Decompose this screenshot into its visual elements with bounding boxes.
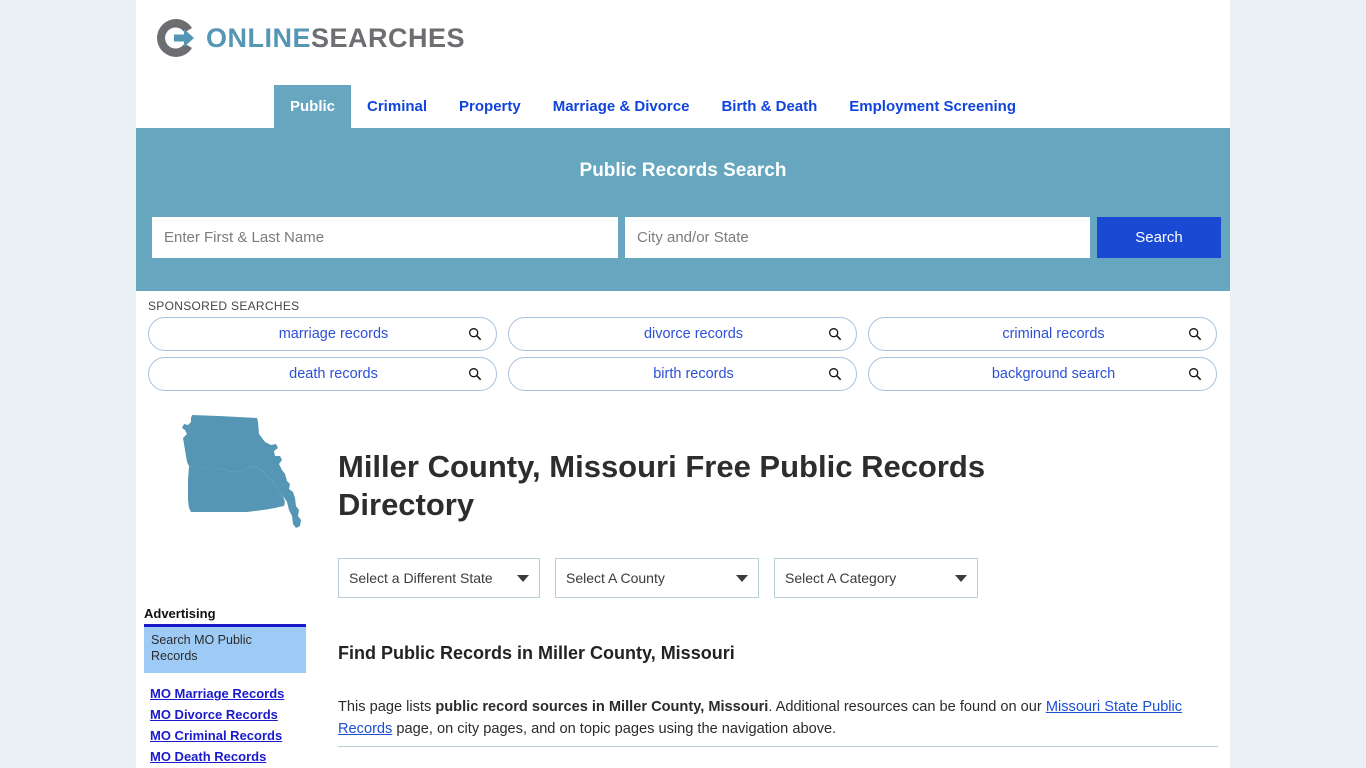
- search-icon: [829, 328, 842, 341]
- sidebar-link-mo-death-records[interactable]: MO Death Records: [150, 749, 306, 764]
- main-navigation: Public Criminal Property Marriage & Divo…: [136, 85, 1230, 128]
- intro-paragraph: This page lists public record sources in…: [338, 696, 1218, 741]
- sponsored-pill-criminal-records[interactable]: criminal records: [868, 317, 1217, 351]
- select-category-dropdown[interactable]: Select A Category: [774, 558, 978, 598]
- search-icon: [1189, 328, 1202, 341]
- sponsored-pill-background-search[interactable]: background search: [868, 357, 1217, 391]
- sidebar-link-mo-criminal-records[interactable]: MO Criminal Records: [150, 728, 306, 743]
- pill-label: criminal records: [1002, 326, 1105, 342]
- content-divider: [338, 746, 1218, 747]
- page-title: Miller County, Missouri Free Public Reco…: [338, 448, 986, 522]
- para-bold-text: public record sources in Miller County, …: [435, 698, 769, 715]
- pill-label: birth records: [653, 366, 734, 382]
- logo-text: ONLINESEARCHES: [206, 16, 465, 60]
- sidebar-links-list: MO Marriage Records MO Divorce Records M…: [144, 686, 306, 768]
- sponsored-pill-death-records[interactable]: death records: [148, 357, 497, 391]
- select-state-dropdown[interactable]: Select a Different State: [338, 558, 540, 598]
- nav-item-public[interactable]: Public: [274, 85, 352, 128]
- search-banner-title: Public Records Search: [579, 160, 787, 181]
- nav-item-marriage-divorce[interactable]: Marriage & Divorce: [537, 85, 706, 128]
- nav-item-property[interactable]: Property: [443, 85, 537, 128]
- page-root: ONLINESEARCHES Public Criminal Property …: [0, 0, 1366, 768]
- ad-search-mo-public-records[interactable]: Search MO Public Records: [144, 627, 306, 674]
- search-icon: [469, 328, 482, 341]
- circular-arrow-icon: [157, 19, 194, 57]
- chevron-down-icon: [955, 574, 967, 582]
- select-county-label: Select A County: [566, 570, 665, 586]
- sponsored-pill-marriage-records[interactable]: marriage records: [148, 317, 497, 351]
- select-county-dropdown[interactable]: Select A County: [555, 558, 759, 598]
- pill-label: death records: [289, 366, 378, 382]
- search-banner: Public Records Search Search: [136, 128, 1230, 291]
- pill-label: marriage records: [278, 326, 389, 342]
- para-text-1: This page lists: [338, 698, 436, 715]
- selector-row: Select a Different State Select A County…: [338, 558, 978, 598]
- section-heading: Find Public Records in Miller County, Mi…: [338, 642, 735, 663]
- chevron-down-icon: [736, 574, 748, 582]
- select-state-label: Select a Different State: [349, 570, 493, 586]
- search-icon: [829, 368, 842, 381]
- nav-item-criminal[interactable]: Criminal: [351, 85, 443, 128]
- search-form: Search: [152, 217, 1221, 258]
- content-container: ONLINESEARCHES Public Criminal Property …: [136, 0, 1230, 768]
- sidebar-link-mo-divorce-records[interactable]: MO Divorce Records: [150, 707, 306, 722]
- nav-item-employment-screening[interactable]: Employment Screening: [833, 85, 1032, 128]
- search-icon: [1189, 368, 1202, 381]
- logo-searches-text: SEARCHES: [311, 23, 466, 53]
- select-category-label: Select A Category: [785, 570, 897, 586]
- search-icon: [469, 368, 482, 381]
- sponsored-searches-list: marriage records divorce records crimina…: [148, 317, 1218, 391]
- location-search-input[interactable]: [625, 217, 1090, 258]
- pill-label: background search: [991, 366, 1116, 382]
- name-search-input[interactable]: [152, 217, 618, 258]
- search-submit-button[interactable]: Search: [1097, 217, 1221, 258]
- para-text-2: . Additional resources can be found on o…: [768, 698, 1046, 715]
- missouri-state-map-icon: [182, 415, 301, 528]
- sponsored-pill-divorce-records[interactable]: divorce records: [508, 317, 857, 351]
- para-text-3: page, on city pages, and on topic pages …: [392, 721, 837, 738]
- nav-item-birth-death[interactable]: Birth & Death: [705, 85, 833, 128]
- logo-online-text: ONLINE: [206, 23, 312, 53]
- advertising-label: Advertising: [144, 606, 306, 627]
- chevron-down-icon: [517, 574, 529, 582]
- sidebar-link-mo-marriage-records[interactable]: MO Marriage Records: [150, 686, 306, 701]
- sponsored-searches-label: SPONSORED SEARCHES: [148, 299, 300, 313]
- sponsored-pill-birth-records[interactable]: birth records: [508, 357, 857, 391]
- site-logo[interactable]: ONLINESEARCHES: [154, 16, 465, 60]
- advertising-sidebar: Advertising Search MO Public Records MO …: [144, 606, 306, 768]
- pill-label: divorce records: [643, 326, 744, 342]
